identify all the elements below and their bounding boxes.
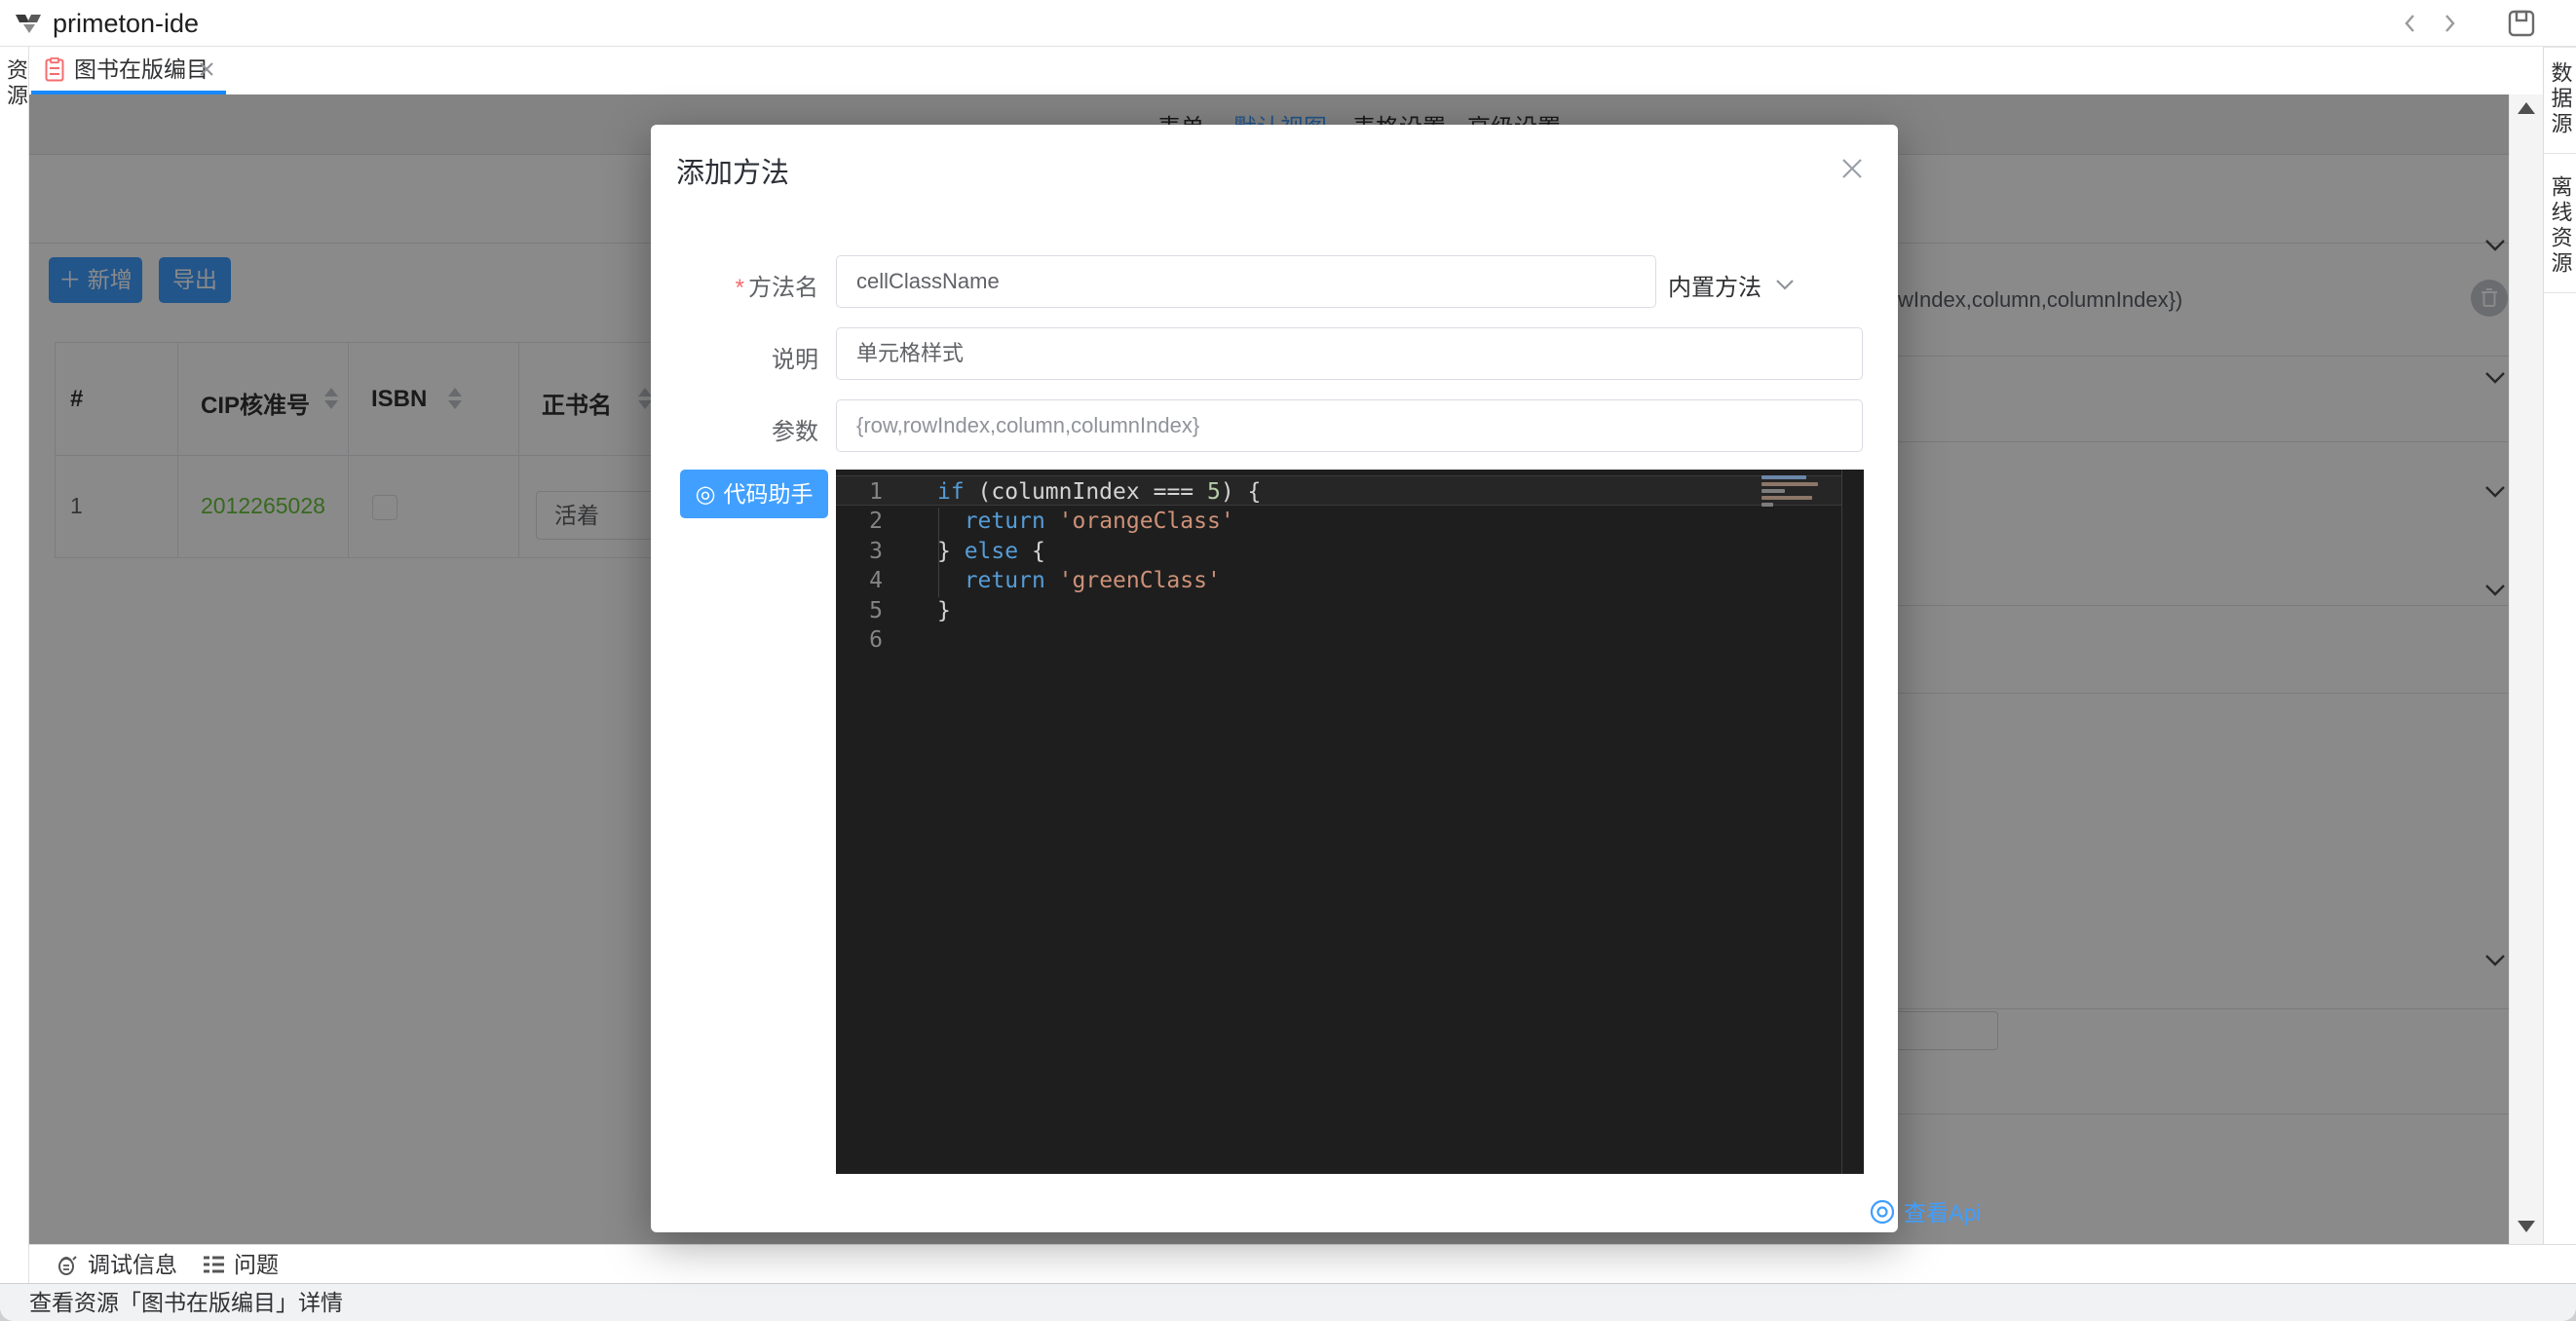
description-label: 说明 bbox=[651, 340, 818, 374]
app-title: primeton-ide bbox=[53, 0, 199, 47]
method-name-input[interactable]: cellClassName bbox=[836, 255, 1656, 308]
scroll-down-icon[interactable] bbox=[2518, 1221, 2535, 1232]
right-rail-tab-offline-resources[interactable]: 离线资源 bbox=[2544, 154, 2576, 293]
params-input[interactable]: {row,rowIndex,column,columnIndex} bbox=[836, 399, 1863, 452]
bug-icon bbox=[55, 1252, 80, 1277]
dialog-title: 添加方法 bbox=[676, 150, 789, 191]
forward-icon[interactable] bbox=[2438, 12, 2461, 35]
right-rail: 数据源 离线资源 bbox=[2543, 47, 2576, 1244]
right-rail-tab-datasource[interactable]: 数据源 bbox=[2544, 48, 2576, 154]
app-logo-icon bbox=[14, 9, 43, 38]
left-rail: 资源 bbox=[0, 47, 29, 1283]
scroll-up-icon[interactable] bbox=[2518, 102, 2535, 114]
add-method-dialog: 添加方法 *方法名 cellClassName 内置方法 说明 单元格样式 参数… bbox=[651, 125, 1898, 1232]
chevron-down-icon bbox=[1774, 278, 1796, 293]
app-window: primeton-ide 资源 图书在版编目 表单 bbox=[0, 0, 2576, 1321]
tab-book-cip[interactable]: 图书在版编目 bbox=[31, 47, 226, 94]
bottom-panel: 调试信息 问题 bbox=[29, 1244, 2576, 1283]
code-editor[interactable]: 123456 if (columnIndex === 5) { return '… bbox=[836, 470, 1864, 1174]
minimap[interactable] bbox=[1762, 475, 1841, 510]
vertical-scrollbar[interactable] bbox=[2509, 94, 2543, 1244]
problems-item[interactable]: 问题 bbox=[201, 1245, 279, 1284]
debug-info-item[interactable]: 调试信息 bbox=[55, 1245, 177, 1284]
status-bar: 查看资源「图书在版编目」详情 bbox=[0, 1283, 2576, 1321]
back-icon[interactable] bbox=[2399, 12, 2422, 35]
builtin-method-dropdown[interactable]: 内置方法 bbox=[1668, 268, 1796, 302]
dialog-close-icon[interactable] bbox=[1837, 154, 1867, 183]
line-numbers: 123456 bbox=[836, 477, 894, 655]
view-api-link[interactable]: 查看Api bbox=[1869, 1194, 1981, 1227]
code-assistant-button[interactable]: ◎代码助手 bbox=[680, 470, 828, 518]
tab-bar: 图书在版编目 bbox=[29, 47, 2543, 94]
save-icon[interactable] bbox=[2506, 8, 2537, 39]
method-name-label: *方法名 bbox=[651, 268, 818, 302]
eye-icon bbox=[1869, 1198, 1896, 1226]
tab-label: 图书在版编目 bbox=[74, 47, 208, 92]
assistant-icon: ◎ bbox=[696, 481, 716, 508]
list-icon bbox=[201, 1252, 226, 1277]
tab-close-icon[interactable] bbox=[197, 59, 216, 79]
code-lines: if (columnIndex === 5) { return 'orangeC… bbox=[937, 477, 1261, 655]
title-bar: primeton-ide bbox=[0, 0, 2576, 47]
required-star: * bbox=[736, 275, 744, 301]
description-input[interactable]: 单元格样式 bbox=[836, 327, 1863, 380]
minimap-separator bbox=[1841, 470, 1842, 1174]
left-rail-tab-resources[interactable]: 资源 bbox=[0, 58, 31, 109]
status-text: 查看资源「图书在版编目」详情 bbox=[0, 1284, 2576, 1321]
document-icon bbox=[45, 57, 64, 83]
params-label: 参数 bbox=[651, 412, 818, 446]
